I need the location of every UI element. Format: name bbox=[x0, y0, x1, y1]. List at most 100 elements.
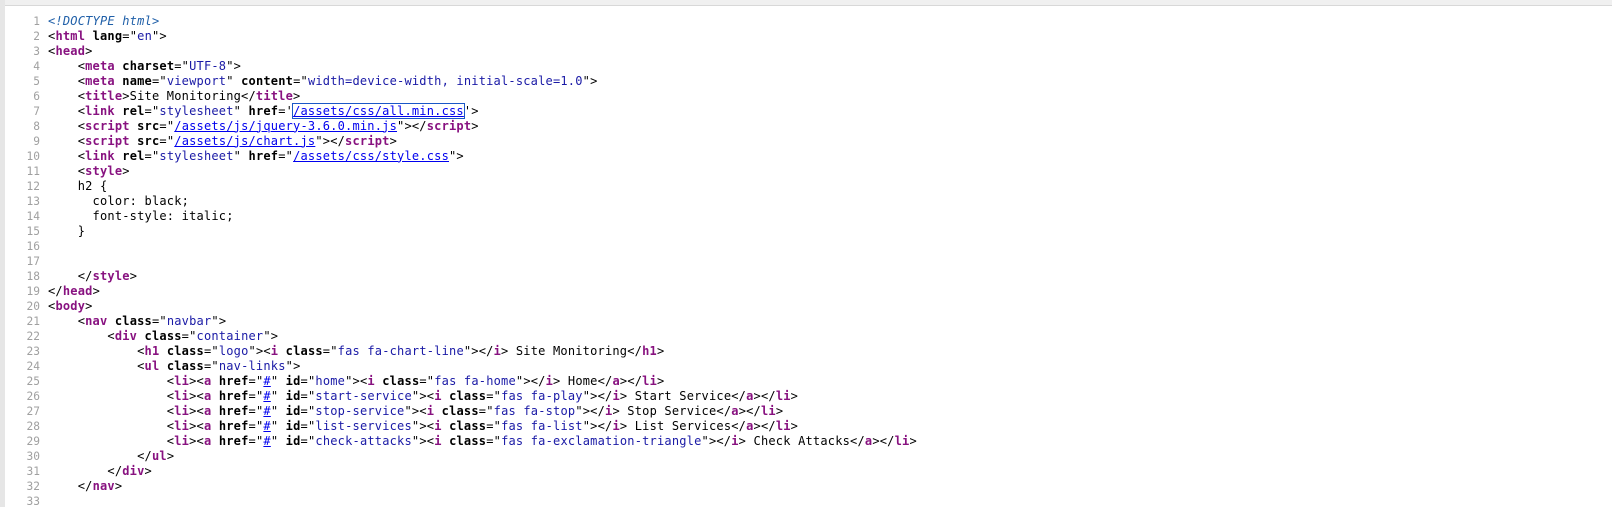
code-text: "></ bbox=[582, 418, 613, 433]
code-text: < bbox=[48, 133, 86, 148]
code-text: "> bbox=[285, 358, 301, 373]
attribute-value: nav-links bbox=[218, 358, 286, 373]
link-hash-stop-service[interactable]: # bbox=[263, 404, 270, 418]
tag-name: i bbox=[493, 343, 502, 358]
line-content: <meta charset="UTF-8"> bbox=[48, 59, 241, 74]
code-text: " bbox=[270, 418, 286, 433]
attribute-value: stop-service bbox=[315, 403, 405, 418]
attribute-name: class bbox=[114, 313, 152, 328]
code-text: =" bbox=[300, 373, 316, 388]
attribute-name: id bbox=[285, 403, 301, 418]
line-content: <nav class="navbar"> bbox=[48, 314, 226, 329]
code-text: > bbox=[656, 343, 665, 358]
link-chart-js[interactable]: /assets/js/chart.js bbox=[174, 134, 315, 148]
attribute-name: href bbox=[218, 388, 249, 403]
line-number: 23 bbox=[26, 344, 40, 358]
link-jquery[interactable]: /assets/js/jquery-3.6.0.min.js bbox=[174, 119, 397, 133]
code-text: "> bbox=[226, 58, 242, 73]
code-text: =" bbox=[300, 433, 316, 448]
line-content: <link rel="stylesheet" href="/assets/css… bbox=[48, 149, 464, 164]
attribute-value: fas fa-chart-line bbox=[337, 343, 464, 358]
line-number: 29 bbox=[26, 434, 40, 448]
tag-name: body bbox=[55, 298, 86, 313]
tag-name: li bbox=[174, 433, 190, 448]
tag-name: i bbox=[612, 418, 620, 433]
attribute-value: fas fa-exclamation-triangle bbox=[501, 433, 702, 448]
doctype-declaration: <!DOCTYPE html> bbox=[48, 13, 160, 28]
line-number: 9 bbox=[33, 134, 40, 148]
code-text: </ bbox=[48, 478, 93, 493]
code-text: < bbox=[48, 73, 86, 88]
link-hash-list-services[interactable]: # bbox=[263, 419, 270, 433]
code-text: < bbox=[48, 328, 115, 343]
tag-name: head bbox=[55, 43, 86, 58]
code-text: =" bbox=[300, 418, 316, 433]
code-text: < bbox=[48, 163, 86, 178]
code-text: > Site Monitoring</ bbox=[501, 343, 643, 358]
attribute-value: logo bbox=[218, 343, 249, 358]
attribute-name: charset bbox=[122, 58, 175, 73]
code-text: =" bbox=[293, 73, 308, 88]
tag-name: script bbox=[426, 118, 472, 133]
line-number: 21 bbox=[26, 314, 40, 328]
tag-name: h1 bbox=[642, 343, 657, 358]
tag-name: a bbox=[746, 388, 754, 403]
code-text: >< bbox=[189, 388, 204, 403]
attribute-name: class bbox=[166, 343, 204, 358]
line-content: <body> bbox=[48, 299, 93, 314]
code-text: =" bbox=[248, 418, 264, 433]
code-text: =" bbox=[144, 103, 160, 118]
link-all-min-css[interactable]: /assets/css/all.min.css bbox=[292, 102, 465, 119]
link-style-css[interactable]: /assets/css/style.css bbox=[293, 149, 449, 163]
code-text: =" bbox=[300, 388, 316, 403]
code-text: =" bbox=[174, 58, 190, 73]
code-text: > bbox=[144, 463, 152, 478]
code-text: > List Services</ bbox=[619, 418, 747, 433]
link-hash-check-attacks[interactable]: # bbox=[263, 434, 270, 448]
code-text: =" bbox=[248, 373, 264, 388]
line-number: 33 bbox=[26, 494, 40, 507]
line-number: 8 bbox=[33, 119, 40, 133]
code-text: " bbox=[226, 73, 242, 88]
code-text: =" bbox=[151, 73, 167, 88]
top-rule bbox=[0, 0, 1612, 6]
line-content: <!DOCTYPE html> bbox=[48, 14, 159, 29]
code-text: "> bbox=[582, 73, 598, 88]
attribute-name: src bbox=[137, 118, 160, 133]
code-text: ">< bbox=[411, 418, 435, 433]
code-text: =" bbox=[248, 403, 264, 418]
code-text: " bbox=[233, 103, 249, 118]
source-viewer: 1 <!DOCTYPE html> 2 <html lang="en"> 3 <head>… bbox=[0, 0, 1612, 507]
link-hash-start-service[interactable]: # bbox=[263, 389, 270, 403]
line-number: 6 bbox=[33, 89, 40, 103]
line-content: <li><a href="#" id="start-service"><i cl… bbox=[48, 389, 798, 404]
code-text: =" bbox=[248, 388, 264, 403]
line-number: 18 bbox=[26, 269, 40, 283]
tag-name: a bbox=[731, 403, 739, 418]
tag-name: a bbox=[746, 418, 754, 433]
line-number: 10 bbox=[26, 149, 40, 163]
code-text: ">< bbox=[404, 403, 427, 418]
line-content: font-style: italic; bbox=[48, 209, 234, 224]
attribute-name: href bbox=[218, 418, 249, 433]
line-number: 26 bbox=[26, 389, 40, 403]
line-number: 20 bbox=[26, 299, 40, 313]
attribute-name: rel bbox=[122, 103, 145, 118]
attribute-name: class bbox=[449, 388, 487, 403]
attribute-value: container bbox=[196, 328, 264, 343]
code-text: > bbox=[85, 43, 93, 58]
line-number: 30 bbox=[26, 449, 40, 463]
link-hash-home[interactable]: # bbox=[263, 374, 270, 388]
code-text: =" bbox=[300, 403, 316, 418]
attribute-name: src bbox=[137, 133, 160, 148]
line-number: 3 bbox=[33, 44, 40, 58]
line-number: 31 bbox=[26, 464, 40, 478]
code-text: "> bbox=[152, 28, 167, 43]
attribute-name: href bbox=[218, 403, 249, 418]
code-text: " bbox=[270, 433, 286, 448]
line-content: <li><a href="#" id="home"><i class="fas … bbox=[48, 374, 664, 389]
code-text: < bbox=[48, 118, 86, 133]
